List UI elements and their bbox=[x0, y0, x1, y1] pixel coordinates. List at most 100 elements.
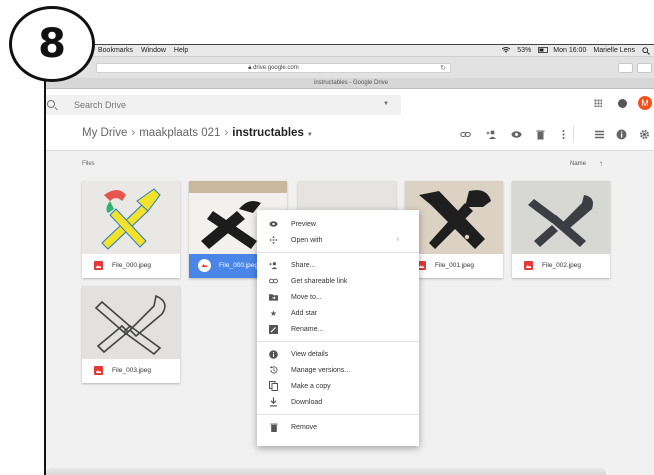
file-area: Files Name ↑ File_000.jpeg File_000.jpeg… bbox=[46, 151, 654, 475]
rename-icon bbox=[269, 324, 278, 334]
history-icon bbox=[269, 365, 278, 375]
file-name: File_000.jpeg bbox=[112, 262, 152, 269]
file-card-footer: File_002.jpeg bbox=[512, 254, 610, 278]
menu-item-make-copy[interactable]: Make a copy bbox=[257, 378, 419, 394]
move-folder-icon bbox=[269, 293, 278, 302]
image-file-icon bbox=[94, 366, 103, 375]
menu-bookmarks[interactable]: Bookmarks bbox=[98, 47, 133, 54]
menu-item-label: Download bbox=[291, 398, 323, 406]
reload-icon[interactable]: ↻ bbox=[440, 64, 446, 73]
window-bottom-edge bbox=[46, 468, 606, 475]
search-options-icon[interactable]: ▼ bbox=[383, 101, 389, 107]
file-card-footer: File_000.jpeg bbox=[82, 254, 180, 278]
download-button[interactable] bbox=[618, 63, 633, 73]
step-number-badge: 8 bbox=[9, 6, 95, 82]
chevron-right-icon: › bbox=[396, 236, 399, 243]
screenshot-frame: Bookmarks Window Help 53% Mon 16:00 Mari… bbox=[44, 44, 654, 475]
file-card[interactable]: File_002.jpeg bbox=[512, 181, 610, 278]
menu-item-label: Make a copy bbox=[291, 382, 331, 390]
menu-item-view-details[interactable]: View details bbox=[257, 346, 419, 362]
chevron-down-icon[interactable]: ▼ bbox=[307, 132, 313, 138]
file-card[interactable]: File_003.jpeg bbox=[82, 286, 180, 383]
more-vertical-icon[interactable] bbox=[558, 129, 569, 140]
user-name[interactable]: Marielle Lens bbox=[593, 47, 635, 54]
file-name: File_001.jpeg bbox=[435, 262, 475, 269]
menu-item-preview[interactable]: Preview bbox=[257, 216, 419, 232]
image-file-icon bbox=[198, 259, 211, 272]
file-card-footer: File_003.jpeg bbox=[82, 359, 180, 383]
wifi-icon[interactable] bbox=[501, 47, 511, 54]
avatar[interactable]: M bbox=[638, 96, 652, 110]
file-card[interactable]: File_001.jpeg bbox=[405, 181, 503, 278]
link-icon bbox=[269, 277, 278, 286]
link-icon[interactable] bbox=[460, 129, 471, 140]
url-text: drive.google.com bbox=[253, 65, 299, 71]
menu-divider bbox=[257, 341, 419, 342]
search-placeholder: Search Drive bbox=[74, 100, 127, 110]
battery-icon[interactable] bbox=[538, 47, 549, 54]
breadcrumb-my-drive[interactable]: My Drive bbox=[82, 127, 127, 139]
trash-icon[interactable] bbox=[535, 129, 546, 140]
breadcrumb-folder[interactable]: maakplaats 021 bbox=[139, 127, 220, 139]
notifications-icon[interactable] bbox=[618, 99, 627, 108]
file-thumbnail bbox=[512, 181, 610, 254]
battery-percent: 53% bbox=[517, 47, 532, 54]
menu-item-label: Share... bbox=[291, 261, 316, 269]
search-input[interactable]: Search Drive ▼ bbox=[46, 95, 401, 115]
menu-item-add-star[interactable]: ★ Add star bbox=[257, 305, 419, 321]
sort-direction-icon[interactable]: ↑ bbox=[599, 159, 603, 168]
menu-item-move-to[interactable]: Move to... bbox=[257, 289, 419, 305]
image-file-icon bbox=[524, 261, 533, 270]
file-name: File_000.jpeg bbox=[219, 262, 259, 269]
eye-icon bbox=[269, 220, 278, 229]
files-section-label: Files bbox=[82, 161, 95, 167]
open-with-icon bbox=[269, 235, 278, 245]
context-menu: Preview Open with › Share... Get shareab… bbox=[257, 210, 419, 446]
menu-item-rename[interactable]: Rename... bbox=[257, 321, 419, 337]
breadcrumb-current[interactable]: instructables bbox=[232, 127, 304, 139]
settings-gear-icon[interactable] bbox=[639, 129, 650, 140]
image-file-icon bbox=[94, 261, 103, 270]
share-sheet-button[interactable] bbox=[637, 63, 652, 73]
menu-item-open-with[interactable]: Open with › bbox=[257, 232, 419, 248]
file-thumbnail bbox=[82, 286, 180, 359]
menu-item-label: View details bbox=[291, 350, 329, 358]
menu-item-label: Get shareable link bbox=[291, 277, 348, 285]
apps-grid-icon[interactable] bbox=[594, 99, 602, 107]
trash-icon bbox=[269, 423, 278, 432]
menu-divider bbox=[257, 252, 419, 253]
menu-item-manage-versions[interactable]: Manage versions... bbox=[257, 362, 419, 378]
menu-help[interactable]: Help bbox=[174, 47, 188, 54]
file-thumbnail bbox=[405, 181, 503, 254]
menu-item-label: Preview bbox=[291, 220, 316, 228]
address-bar[interactable]: 🔒︎ drive.google.com ↻ bbox=[96, 63, 451, 73]
browser-tab[interactable]: instructables - Google Drive bbox=[46, 78, 654, 89]
menu-item-label: Add star bbox=[291, 309, 318, 317]
breadcrumb: My Drive › maakplaats 021 › instructables ▼ bbox=[82, 127, 313, 139]
info-icon[interactable] bbox=[616, 129, 627, 140]
chevron-right-icon: › bbox=[131, 127, 136, 139]
add-person-icon[interactable] bbox=[486, 129, 497, 140]
search-icon[interactable] bbox=[47, 100, 55, 108]
menu-item-label: Open with bbox=[291, 236, 323, 244]
menu-item-label: Move to... bbox=[291, 293, 322, 301]
drive-header: Search Drive ▼ M bbox=[46, 89, 654, 117]
menu-item-download[interactable]: Download bbox=[257, 394, 419, 410]
menu-item-get-link[interactable]: Get shareable link bbox=[257, 273, 419, 289]
menu-item-share[interactable]: Share... bbox=[257, 257, 419, 273]
menu-item-remove[interactable]: Remove bbox=[257, 419, 419, 435]
menu-item-label: Remove bbox=[291, 423, 318, 431]
list-view-icon[interactable] bbox=[594, 129, 605, 140]
menu-item-label: Rename... bbox=[291, 325, 324, 333]
toolbar-divider bbox=[573, 126, 574, 142]
file-thumbnail bbox=[82, 181, 180, 254]
drive-toolbar: My Drive › maakplaats 021 › instructables ▼ bbox=[46, 117, 654, 151]
download-icon bbox=[269, 397, 278, 407]
clock: Mon 16:00 bbox=[553, 47, 587, 54]
preview-eye-icon[interactable] bbox=[511, 129, 522, 140]
menu-window[interactable]: Window bbox=[141, 47, 166, 54]
file-name: File_002.jpeg bbox=[542, 262, 582, 269]
spotlight-icon[interactable] bbox=[642, 47, 650, 55]
sort-by-name[interactable]: Name bbox=[570, 161, 586, 167]
file-card[interactable]: File_000.jpeg bbox=[82, 181, 180, 278]
